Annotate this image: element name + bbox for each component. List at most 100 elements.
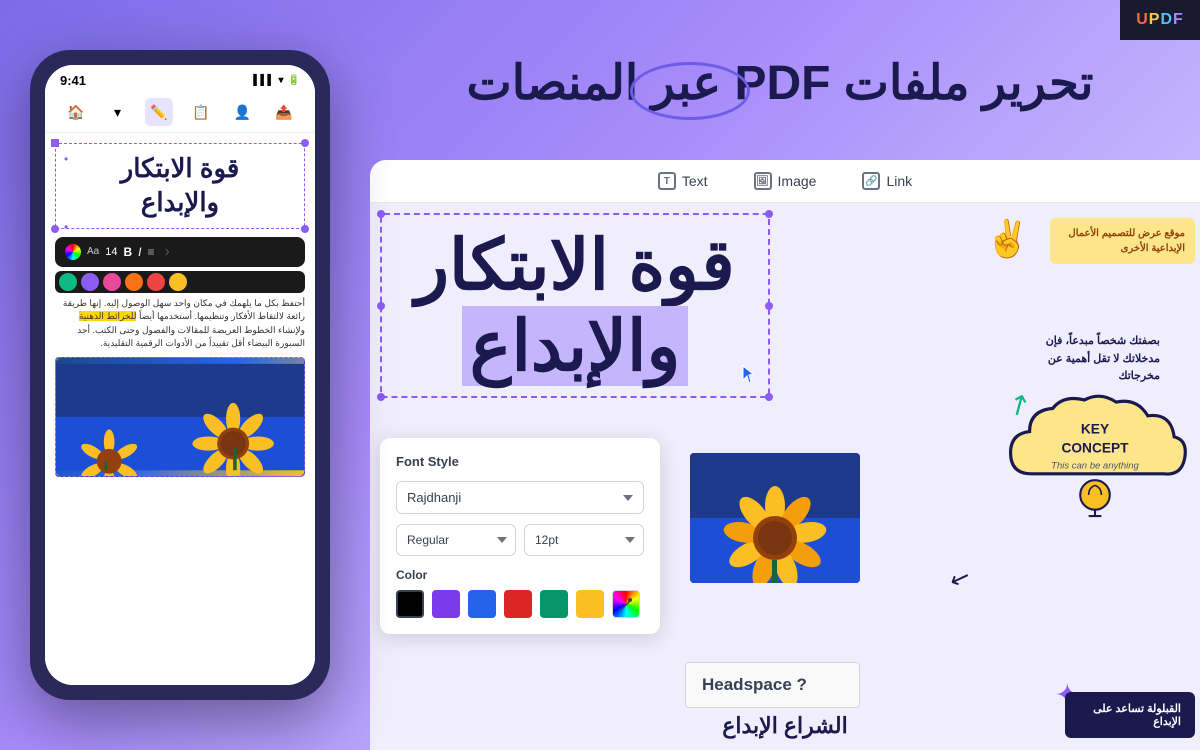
phone-frame: 9:41 ▌▌▌ ▾ 🔋 🏠 ▾ ✏️ 📋 👤 📤 [30, 50, 330, 700]
phone-toolbar[interactable]: 🏠 ▾ ✏️ 📋 👤 📤 [45, 92, 315, 133]
rtl-middle-text: بصفتك شخصاً مبدعاً، فإن مدخلاتك لا تقل أ… [1020, 333, 1160, 386]
logo-u: U [1136, 11, 1149, 28]
highlighted-text: للخرائط الذهنية [79, 311, 137, 321]
phone-mockup: 9:41 ▌▌▌ ▾ 🔋 🏠 ▾ ✏️ 📋 👤 📤 [30, 50, 350, 730]
phone-color-toolbar[interactable]: Aa 14 B I ≡ › [55, 237, 305, 267]
copy-icon[interactable]: 📋 [187, 98, 215, 126]
text-cursor [739, 362, 763, 391]
svg-text:KEY: KEY [1081, 422, 1109, 437]
font-style-panel: Font Style Rajdhanji Regular Bold Italic… [380, 438, 660, 634]
color-yellow[interactable] [169, 273, 187, 291]
list-icon[interactable]: ≡ [148, 245, 155, 259]
color-orange[interactable] [125, 273, 143, 291]
rtl-middle-content: بصفتك شخصاً مبدعاً، فإن مدخلاتك لا تقل أ… [1046, 335, 1160, 382]
phone-screen: 9:41 ▌▌▌ ▾ 🔋 🏠 ▾ ✏️ 📋 👤 📤 [45, 65, 315, 685]
headspace-label: Headspace ? [702, 675, 807, 694]
edit-icon[interactable]: ✏️ [145, 98, 173, 126]
corner-dot-bl [51, 225, 59, 233]
font-size-label: 14 [105, 246, 117, 258]
font-aa-label: Aa [87, 246, 99, 257]
main-title: تحرير ملفات PDF عبر المنصات .main-title … [380, 55, 1180, 111]
link-icon: 🔗 [862, 172, 880, 190]
swatch-green[interactable] [540, 590, 568, 618]
handle-mr[interactable] [765, 302, 773, 310]
share-icon[interactable]: 📤 [270, 98, 298, 126]
toolbar-text-label: Text [682, 173, 708, 189]
title-line2: والإبداع [470, 307, 681, 385]
svg-text:This can be anything: This can be anything [1051, 461, 1139, 472]
bold-button[interactable]: B [123, 245, 132, 259]
desktop-toolbar: T Text 🖼 Image 🔗 Link [370, 160, 1200, 203]
font-size-select[interactable]: 12pt 14pt 16pt 18pt [524, 524, 644, 556]
corner-dot-tl [51, 139, 59, 147]
handle-tr[interactable] [765, 210, 773, 218]
toolbar-text-item[interactable]: T Text [650, 168, 716, 194]
color-wheel-icon[interactable] [65, 244, 81, 260]
img-corner-br [301, 473, 305, 477]
desktop-sunflower-svg [690, 453, 860, 583]
desktop-sunflower [690, 453, 860, 583]
bottom-card-text: القبلولة تساعد على الإبداع [1093, 703, 1181, 728]
corner-dot-tr [301, 139, 309, 147]
svg-text:CONCEPT: CONCEPT [1061, 441, 1129, 456]
font-style-select[interactable]: Regular Bold Italic [396, 524, 516, 556]
handle-tl[interactable] [377, 210, 385, 218]
img-corner-tr [301, 357, 305, 361]
toolbar-link-item[interactable]: 🔗 Link [854, 168, 920, 194]
sunflower-svg [56, 358, 304, 476]
dropdown-icon[interactable]: ▾ [103, 98, 131, 126]
signal-icon: ▌▌▌ [253, 75, 274, 86]
toolbar-image-label: Image [778, 173, 817, 189]
phone-status-bar: 9:41 ▌▌▌ ▾ 🔋 [45, 65, 315, 92]
handle-ml[interactable] [377, 302, 385, 310]
logo-p: P [1149, 11, 1161, 28]
bottom-right-card: القبلولة تساعد على الإبداع [1065, 692, 1195, 738]
swatch-blue[interactable] [468, 590, 496, 618]
swatch-black[interactable] [396, 590, 424, 618]
logo-d: D [1160, 11, 1173, 28]
main-title-text: تحرير ملفات PDF عبر المنصات [467, 57, 1094, 110]
home-icon[interactable]: 🏠 [62, 98, 90, 126]
phone-icons: ▌▌▌ ▾ 🔋 [253, 75, 300, 86]
italic-button[interactable]: I [138, 245, 141, 259]
desktop-content: قوة الابتكار والإبداع Font Style Rajdhan… [370, 203, 1200, 743]
wifi-icon: ▾ [279, 75, 284, 86]
swatch-yellow[interactable] [576, 590, 604, 618]
phone-body-text: أحتفظ بكل ما يلهمك في مكان واحد سهل الوص… [55, 297, 305, 351]
font-panel-title: Font Style [396, 454, 644, 469]
color-green[interactable] [59, 273, 77, 291]
user-icon[interactable]: 👤 [228, 98, 256, 126]
swatch-purple[interactable] [432, 590, 460, 618]
color-purple[interactable] [81, 273, 99, 291]
picker-icon [619, 597, 633, 611]
desktop-arabic-title: قوة الابتكار والإبداع [392, 225, 758, 386]
phone-time: 9:41 [60, 73, 86, 88]
headspace-card: Headspace ? [685, 662, 860, 708]
text-icon: T [658, 172, 676, 190]
phone-color-row [55, 271, 305, 293]
logo-f: F [1173, 11, 1184, 28]
battery-icon: 🔋 [288, 75, 300, 86]
handle-bl[interactable] [377, 393, 385, 401]
font-family-select[interactable]: Rajdhanji [396, 481, 644, 514]
swatch-red[interactable] [504, 590, 532, 618]
arrow-deco-2: ↙ [946, 561, 975, 595]
color-picker-button[interactable] [612, 590, 640, 618]
corner-dot-br [301, 225, 309, 233]
toolbar-image-item[interactable]: 🖼 Image [746, 168, 825, 194]
phone-title-block: قوة الابتكاروالإبداع [55, 143, 305, 229]
peace-icon: ✌️ [985, 218, 1030, 259]
phone-content: قوة الابتكاروالإبداع Aa 14 B I ≡ › [45, 133, 315, 685]
title-line2-highlight: والإبداع [462, 306, 689, 387]
chevron-right-icon[interactable]: › [165, 243, 170, 261]
color-section-label: Color [396, 568, 644, 582]
color-red[interactable] [147, 273, 165, 291]
image-icon: 🖼 [754, 172, 772, 190]
phone-arabic-title: قوة الابتكاروالإبداع [64, 152, 296, 220]
font-style-row: Regular Bold Italic 12pt 14pt 16pt 18pt [396, 524, 644, 556]
title-line1: قوة الابتكار [392, 225, 758, 306]
phone-image-block [55, 357, 305, 477]
color-pink[interactable] [103, 273, 121, 291]
deco-text-content: موقع عرض للتصميم الأعمال الإبداعية الأخر… [1068, 228, 1185, 254]
handle-br[interactable] [765, 393, 773, 401]
